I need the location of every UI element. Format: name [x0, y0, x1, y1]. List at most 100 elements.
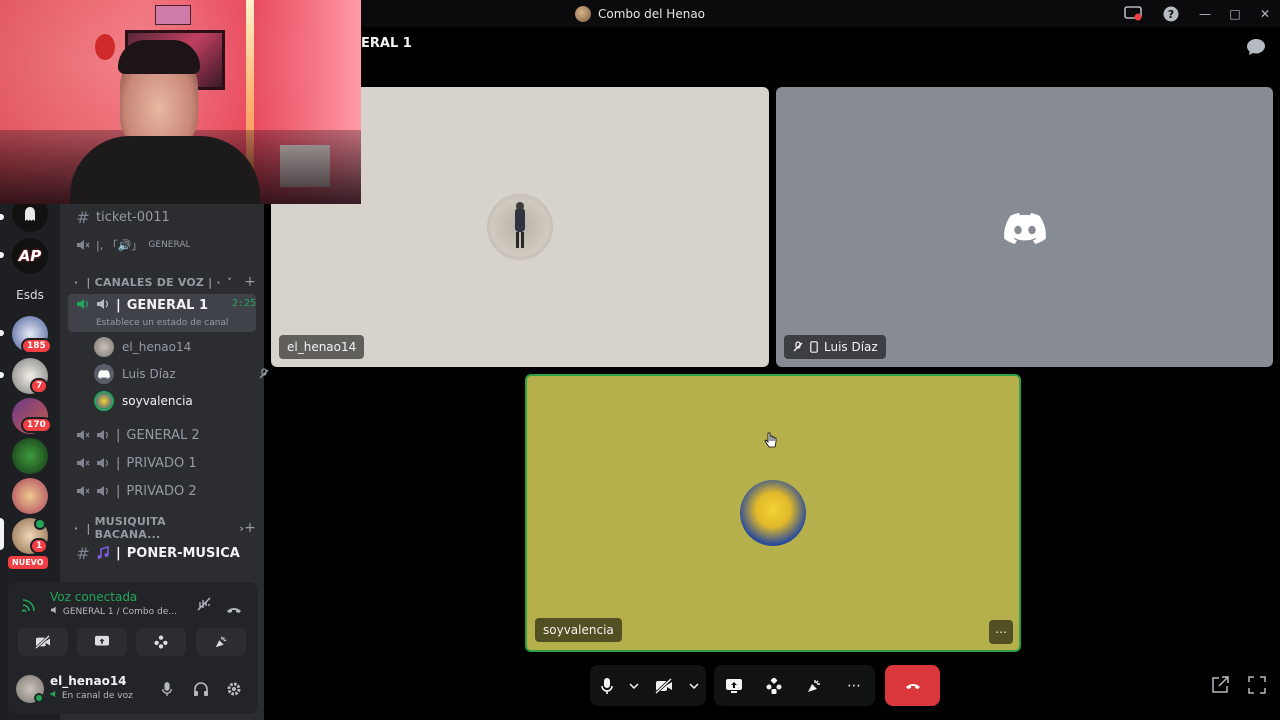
- soundboard-button[interactable]: [196, 628, 246, 656]
- channel-status[interactable]: Establece un estado de canal: [96, 318, 228, 328]
- channel-bar: |: [116, 483, 121, 499]
- text-channel-icon: #: [76, 543, 90, 563]
- chevron-down-icon[interactable]: [624, 665, 644, 706]
- voice-channel-icon: [77, 240, 90, 250]
- close-button[interactable]: ✕: [1250, 0, 1280, 27]
- channel-general-2[interactable]: | GENERAL 2: [68, 422, 256, 448]
- minimize-button[interactable]: —: [1190, 0, 1220, 27]
- speaker-icon: [97, 299, 108, 309]
- popout-icon[interactable]: [1211, 676, 1229, 698]
- fullscreen-icon[interactable]: [1248, 676, 1266, 698]
- microphone-button[interactable]: [590, 665, 624, 706]
- speaker-icon: [97, 486, 108, 496]
- person-hair: [118, 40, 200, 74]
- discord-app: Combo del Henao ? — □ ✕ ERAL 1 el_henao1…: [0, 0, 1280, 720]
- maximize-button[interactable]: □: [1220, 0, 1250, 27]
- hand-cursor-icon: [764, 432, 778, 454]
- gear-icon[interactable]: [223, 678, 245, 700]
- channel-ticket[interactable]: # ticket-0011: [68, 204, 256, 230]
- selected-indicator: [0, 518, 4, 550]
- mention-badge: 7: [30, 378, 49, 394]
- channel-name: GENERAL: [148, 240, 191, 250]
- camera-off-button[interactable]: [18, 628, 68, 656]
- more-options-button[interactable]: ⋯: [989, 620, 1013, 644]
- channel-bar: |: [116, 455, 121, 471]
- video-tile-luis-diaz[interactable]: Luis Díaz: [776, 87, 1273, 367]
- channel-prefix: |, 「🔊」: [96, 239, 143, 252]
- activity-controls: ⋯: [714, 665, 875, 706]
- category-music[interactable]: · | MUSIQUITA BACANA... › +: [74, 515, 256, 541]
- chat-icon[interactable]: [1246, 38, 1266, 56]
- new-badge: NUEVO: [8, 556, 48, 569]
- activities-button[interactable]: [136, 628, 186, 656]
- server-esds[interactable]: Esds: [12, 280, 48, 310]
- voice-channel-header: ERAL 1: [361, 36, 412, 51]
- server-icon-5[interactable]: [12, 478, 48, 514]
- category-voice-channels[interactable]: · | CANALES DE VOZ | · ˅ +: [74, 272, 256, 292]
- channel-sidebar: # ticket-0011 |, 「🔊」 GENERAL · | CANALES…: [60, 204, 269, 582]
- screen-share-status-icon[interactable]: [1114, 0, 1152, 27]
- chevron-down-icon: ˅: [226, 275, 233, 289]
- voice-member[interactable]: el_henao14: [94, 336, 191, 358]
- screen-share-button[interactable]: [714, 665, 754, 706]
- server-icon-4[interactable]: [12, 438, 48, 474]
- category-dot: ·: [74, 275, 79, 289]
- voice-member[interactable]: Luis Díaz: [94, 363, 270, 385]
- soundboard-button[interactable]: [794, 665, 834, 706]
- svg-text:?: ?: [1168, 8, 1174, 21]
- help-icon[interactable]: ?: [1152, 0, 1190, 27]
- disconnect-button[interactable]: [885, 665, 940, 706]
- headphones-button[interactable]: [190, 678, 212, 700]
- server-ap-label: AP: [18, 247, 42, 265]
- muted-mic-icon: [259, 368, 269, 379]
- noise-suppression-icon[interactable]: [196, 596, 212, 616]
- mask-decor: [95, 34, 115, 60]
- channel-privado-2[interactable]: | PRIVADO 2: [68, 478, 256, 504]
- voice-status-subtitle[interactable]: GENERAL 1 / Combo de...: [50, 606, 177, 617]
- user-status-text: En canal de voz: [61, 691, 133, 701]
- voice-member[interactable]: soyvalencia: [94, 390, 193, 412]
- server-icon: [574, 5, 591, 22]
- online-status-icon: [34, 693, 44, 703]
- speaker-icon: [51, 606, 56, 614]
- category-label: CANALES DE VOZ: [94, 275, 205, 289]
- voice-locked-icon: [77, 486, 90, 496]
- channel-bar: |: [116, 298, 121, 313]
- tile-label: Luis Díaz: [784, 335, 886, 359]
- audio-video-controls: [590, 665, 706, 706]
- chevron-down-icon[interactable]: [684, 665, 704, 706]
- tile-username: el_henao14: [287, 340, 357, 354]
- activities-button[interactable]: [754, 665, 794, 706]
- disconnect-icon[interactable]: [226, 599, 242, 618]
- avatar: [94, 364, 114, 384]
- screen-share-button[interactable]: [77, 628, 127, 656]
- unread-indicator: [0, 214, 4, 220]
- server-icon-ap[interactable]: AP: [12, 238, 48, 274]
- add-channel-button[interactable]: +: [244, 274, 256, 290]
- add-channel-button[interactable]: +: [244, 520, 256, 536]
- webcam-overlay: [0, 0, 361, 204]
- more-options-icon[interactable]: ⋯: [834, 665, 874, 706]
- member-name: Luis Díaz: [122, 367, 176, 381]
- channel-bar: |: [116, 545, 121, 561]
- tile-username: soyvalencia: [543, 623, 614, 637]
- channel-name: PONER-MUSICA: [126, 545, 240, 561]
- username[interactable]: el_henao14: [50, 674, 127, 688]
- channel-bar: |: [116, 427, 121, 443]
- channel-name: PRIVADO 2: [126, 483, 197, 499]
- avatar: [740, 480, 806, 546]
- person-hoodie: [70, 136, 260, 204]
- channel-general-text[interactable]: |, 「🔊」 GENERAL: [68, 232, 256, 258]
- tile-label: el_henao14: [279, 335, 365, 359]
- voice-status-title[interactable]: Voz conectada: [50, 590, 137, 604]
- microphone-button[interactable]: [156, 678, 178, 700]
- tile-username: Luis Díaz: [824, 340, 878, 354]
- channel-privado-1[interactable]: | PRIVADO 1: [68, 450, 256, 476]
- unread-indicator: [0, 372, 4, 378]
- video-tile-soyvalencia[interactable]: soyvalencia ⋯: [525, 374, 1021, 652]
- channel-poner-musica[interactable]: # | PONER-MUSICA: [68, 540, 256, 566]
- mobile-icon: [810, 341, 818, 353]
- camera-off-button[interactable]: [644, 665, 684, 706]
- mention-badge: 170: [21, 417, 52, 433]
- channel-name: ticket-0011: [96, 209, 170, 225]
